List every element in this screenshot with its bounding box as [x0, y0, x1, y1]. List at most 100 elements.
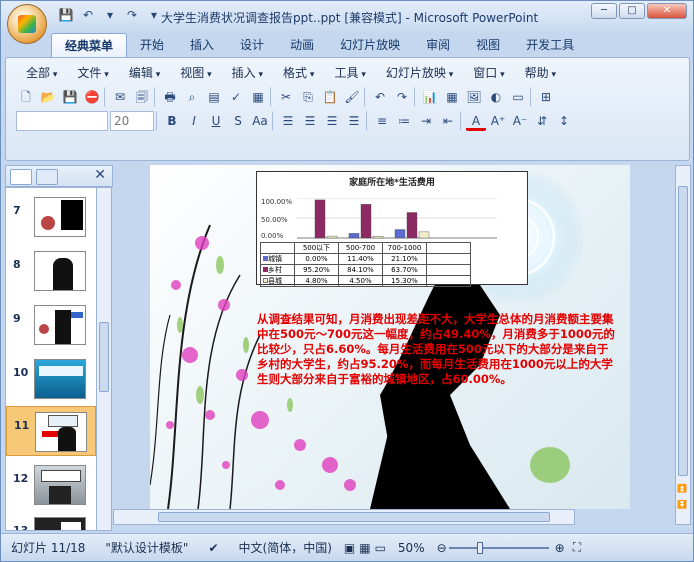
thesaurus-icon[interactable]: ▦ — [248, 87, 268, 107]
spellcheck-icon[interactable]: ✔ — [198, 541, 228, 555]
zoom-level[interactable]: 50% — [388, 541, 435, 555]
menu-window[interactable]: 窗口 — [463, 64, 514, 82]
shrink-font-icon[interactable]: A⁻ — [510, 111, 530, 131]
slide-thumbnail[interactable]: 12 — [6, 460, 96, 510]
justify-icon[interactable]: ☰ — [344, 111, 364, 131]
slide-body-text[interactable]: 从调查结果可知，月消费出现差距不大，大学生总体的月消费额主要集中在500元～70… — [257, 312, 617, 387]
tab-developer[interactable]: 开发工具 — [513, 33, 587, 57]
font-color-icon[interactable]: A — [466, 111, 486, 131]
outline-tab-icon[interactable] — [36, 169, 58, 185]
redo-icon[interactable]: ↷ — [123, 7, 141, 23]
tab-slideshow[interactable]: 幻灯片放映 — [327, 33, 413, 57]
text-direction-icon[interactable]: ⇵ — [532, 111, 552, 131]
new-slide-icon[interactable]: ⊞ — [536, 87, 556, 107]
grow-font-icon[interactable]: A⁺ — [488, 111, 508, 131]
menu-format[interactable]: 格式 — [273, 64, 324, 82]
research-icon[interactable]: ▤ — [204, 87, 224, 107]
change-case-icon[interactable]: Aa — [250, 111, 270, 131]
zoom-in-icon[interactable]: ⊕ — [549, 541, 571, 555]
permission-icon[interactable]: ⛔ — [82, 87, 102, 107]
slide-layout-icon[interactable]: ▭ — [508, 87, 528, 107]
grayscale-icon[interactable]: ◐ — [486, 87, 506, 107]
tab-insert[interactable]: 插入 — [177, 33, 227, 57]
chart-icon[interactable]: 📊 — [420, 87, 440, 107]
print-preview-icon[interactable]: 🗐 — [132, 87, 152, 107]
menu-slideshow[interactable]: 幻灯片放映 — [376, 64, 463, 82]
font-size-box[interactable]: 20 — [110, 111, 154, 131]
close-button[interactable]: ✕ — [647, 3, 687, 19]
shadow-icon[interactable]: S — [228, 111, 248, 131]
italic-icon[interactable]: I — [184, 111, 204, 131]
minimize-button[interactable]: ─ — [591, 3, 617, 19]
email-icon[interactable]: ✉ — [110, 87, 130, 107]
slides-tab-icon[interactable] — [10, 169, 32, 185]
slide-sorter-icon[interactable]: ▦ — [357, 541, 372, 555]
fit-to-window-icon[interactable]: ⛶ — [571, 540, 583, 555]
paste-icon[interactable]: 📋 — [320, 87, 340, 107]
scroll-thumb[interactable] — [678, 186, 688, 476]
slide-thumbnail-selected[interactable]: 11 — [6, 406, 96, 456]
menu-tools[interactable]: 工具 — [324, 64, 375, 82]
next-slide-icon[interactable]: ⏬ — [677, 500, 687, 509]
editor-horizontal-scrollbar[interactable] — [113, 509, 575, 525]
font-name-box[interactable] — [16, 111, 108, 131]
close-icon[interactable]: ✕ — [94, 167, 106, 183]
align-center-icon[interactable]: ☰ — [300, 111, 320, 131]
table-icon[interactable]: ▦ — [442, 87, 462, 107]
zoom-out-icon[interactable]: ⊖ — [435, 541, 449, 555]
new-icon[interactable]: 🗋 — [16, 87, 36, 107]
menu-view[interactable]: 视图 — [170, 64, 221, 82]
menu-insert[interactable]: 插入 — [222, 64, 273, 82]
tab-design[interactable]: 设计 — [227, 33, 277, 57]
save-icon[interactable]: 💾 — [60, 87, 80, 107]
bold-icon[interactable]: B — [162, 111, 182, 131]
undo-icon[interactable]: ↶ — [79, 7, 97, 23]
undo-icon[interactable]: ↶ — [370, 87, 390, 107]
language-indicator[interactable]: 中文(简体，中国) — [229, 539, 342, 556]
slide-canvas[interactable]: 家庭所在地*生活费用 100.00% 50.00% 0.00% 500以下 50… — [150, 165, 630, 509]
dropdown-icon[interactable]: ▾ — [101, 7, 119, 23]
menu-all[interactable]: 全部 — [16, 64, 67, 82]
previous-slide-icon[interactable]: ⏫ — [677, 484, 687, 493]
slide-thumbnail[interactable]: 9 — [6, 300, 96, 350]
search-icon[interactable]: ⌕ — [182, 87, 202, 107]
normal-view-icon[interactable]: ▣ — [342, 541, 357, 555]
copy-icon[interactable]: ⎘ — [298, 87, 318, 107]
scroll-thumb[interactable] — [158, 512, 550, 522]
slide-thumbnail[interactable]: 7 — [6, 192, 96, 242]
align-right-icon[interactable]: ☰ — [322, 111, 342, 131]
menu-edit[interactable]: 编辑 — [119, 64, 170, 82]
menu-help[interactable]: 帮助 — [515, 64, 566, 82]
menu-file[interactable]: 文件 — [67, 64, 118, 82]
open-icon[interactable]: 📂 — [38, 87, 58, 107]
office-button[interactable] — [7, 4, 47, 44]
maximize-button[interactable]: □ — [619, 3, 645, 19]
chart[interactable]: 家庭所在地*生活费用 100.00% 50.00% 0.00% 500以下 50… — [256, 171, 528, 287]
redo-icon[interactable]: ↷ — [392, 87, 412, 107]
picture-icon[interactable]: 🖼 — [464, 87, 484, 107]
slide-thumbnail[interactable]: 10 — [6, 354, 96, 404]
print-icon[interactable]: 🖶 — [160, 87, 180, 107]
slide-thumbnail[interactable]: 13 — [6, 512, 96, 530]
decrease-indent-icon[interactable]: ⇤ — [438, 111, 458, 131]
editor-vertical-scrollbar[interactable]: ⏫ ⏬ — [675, 165, 691, 525]
format-painter-icon[interactable]: 🖌 — [342, 87, 362, 107]
thumbnail-scrollbar[interactable] — [96, 187, 112, 531]
underline-icon[interactable]: U — [206, 111, 226, 131]
tab-classic-menu[interactable]: 经典菜单 — [51, 33, 128, 57]
increase-indent-icon[interactable]: ⇥ — [416, 111, 436, 131]
tab-view[interactable]: 视图 — [463, 33, 513, 57]
tab-animation[interactable]: 动画 — [277, 33, 327, 57]
scroll-thumb[interactable] — [99, 322, 109, 392]
slideshow-icon[interactable]: ▭ — [373, 541, 388, 555]
line-spacing-icon[interactable]: ↕ — [554, 111, 574, 131]
spelling-icon[interactable]: ✓ — [226, 87, 246, 107]
slide-thumbnail[interactable]: 8 — [6, 246, 96, 296]
numbering-icon[interactable]: ≡ — [372, 111, 392, 131]
tab-review[interactable]: 审阅 — [413, 33, 463, 57]
zoom-slider[interactable] — [448, 541, 549, 554]
align-left-icon[interactable]: ☰ — [278, 111, 298, 131]
cut-icon[interactable]: ✂ — [276, 87, 296, 107]
bullets-icon[interactable]: ≔ — [394, 111, 414, 131]
save-icon[interactable]: 💾 — [57, 7, 75, 23]
